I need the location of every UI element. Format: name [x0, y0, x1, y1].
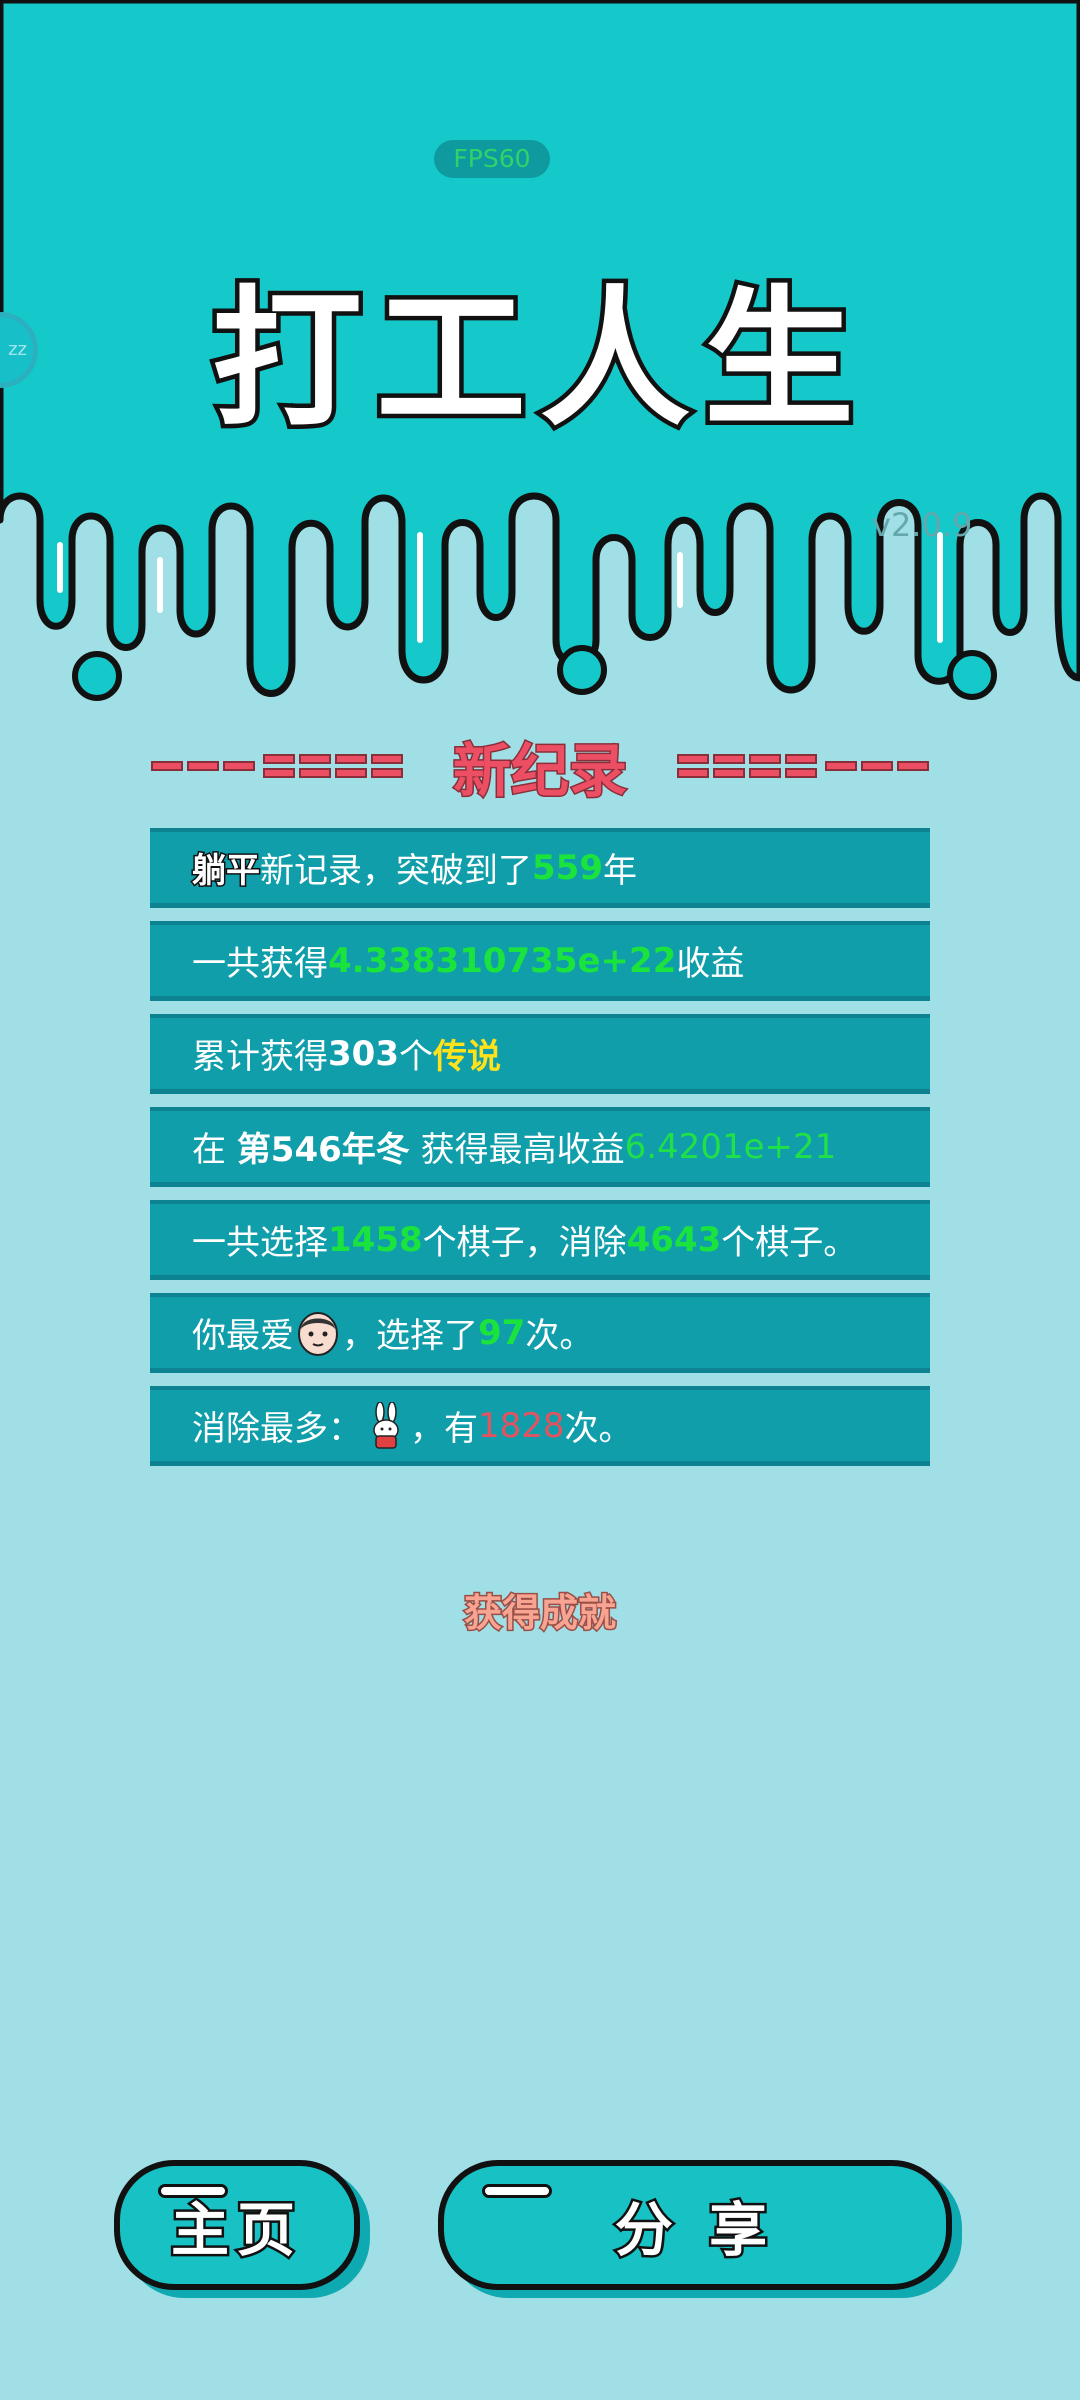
stats-list: 躺平 新记录，突破到了 559 年 一共获得 4.338310735e+22 收… — [150, 828, 930, 1479]
rarity-label: 传说 — [432, 1037, 501, 1077]
fps-counter: FPS60 — [434, 140, 550, 178]
best-income-value: 6.4201e+21 — [624, 1126, 837, 1167]
stat-text: 一共选择 — [192, 1223, 328, 1263]
stat-row-most-eliminated: 消除最多： ，有 1828 次。 — [150, 1386, 930, 1466]
stat-text: 获得最高收益 — [409, 1130, 625, 1170]
eliminated-times: 1828 — [478, 1405, 565, 1446]
home-button[interactable]: 主页 — [114, 2160, 360, 2290]
stat-row-pieces: 一共选择 1458 个棋子，消除 4643 个棋子。 — [150, 1200, 930, 1280]
right-dash-decoration — [676, 754, 929, 778]
eliminated-count: 4643 — [626, 1219, 722, 1260]
stat-text: ，有 — [410, 1409, 478, 1449]
face-avatar-icon — [298, 1311, 338, 1356]
stat-row-legendary: 累计获得 303 个 传说 — [150, 1014, 930, 1094]
stat-text: 个棋子，消除 — [422, 1223, 627, 1263]
legendary-count: 303 — [328, 1033, 399, 1074]
stat-row-best-income: 在 第546年冬 获得最高收益 6.4201e+21 — [150, 1107, 930, 1187]
game-title: 打工人生 — [207, 269, 868, 452]
stat-text: 个 — [398, 1037, 433, 1077]
stat-text: 你最爱 — [192, 1316, 294, 1356]
version-label: v2.0.9 — [872, 506, 973, 544]
stat-text: 次。 — [525, 1316, 594, 1356]
share-button[interactable]: 分 享 — [438, 2160, 952, 2290]
stat-text: 个棋子。 — [721, 1223, 858, 1263]
favorite-times: 97 — [478, 1312, 526, 1353]
career-name: 躺平 — [191, 850, 262, 893]
new-record-title: 新纪录 — [451, 736, 628, 807]
stat-row-years: 躺平 新记录，突破到了 559 年 — [150, 828, 930, 908]
stat-text: 次。 — [564, 1409, 633, 1449]
stat-text: 消除最多： — [192, 1409, 362, 1449]
stat-text: 收益 — [676, 944, 745, 984]
stat-text: 累计获得 — [192, 1037, 328, 1077]
button-highlight — [482, 2184, 552, 2198]
left-dash-decoration — [151, 754, 403, 778]
rabbit-icon — [373, 1401, 399, 1449]
best-period: 第546年冬 — [236, 1130, 410, 1170]
stat-row-total-income: 一共获得 4.338310735e+22 收益 — [150, 921, 930, 1001]
share-button-label: 分 享 — [612, 2194, 776, 2267]
selected-count: 1458 — [328, 1219, 423, 1260]
stat-text: 在 — [192, 1130, 237, 1170]
stat-text: 年 — [602, 851, 637, 891]
stat-text: ，选择了 — [342, 1316, 478, 1356]
button-highlight — [158, 2184, 228, 2198]
new-record-heading: 新纪录 — [150, 730, 930, 807]
years-value: 559 — [532, 847, 603, 888]
total-income-value: 4.338310735e+22 — [328, 940, 677, 981]
achievement-link[interactable]: 获得成就 — [0, 1582, 1080, 1637]
stat-text: 新记录，突破到了 — [260, 851, 532, 891]
stat-row-favorite: 你最爱 ，选择了 97 次。 — [150, 1293, 930, 1373]
stat-text: 一共获得 — [192, 944, 328, 984]
